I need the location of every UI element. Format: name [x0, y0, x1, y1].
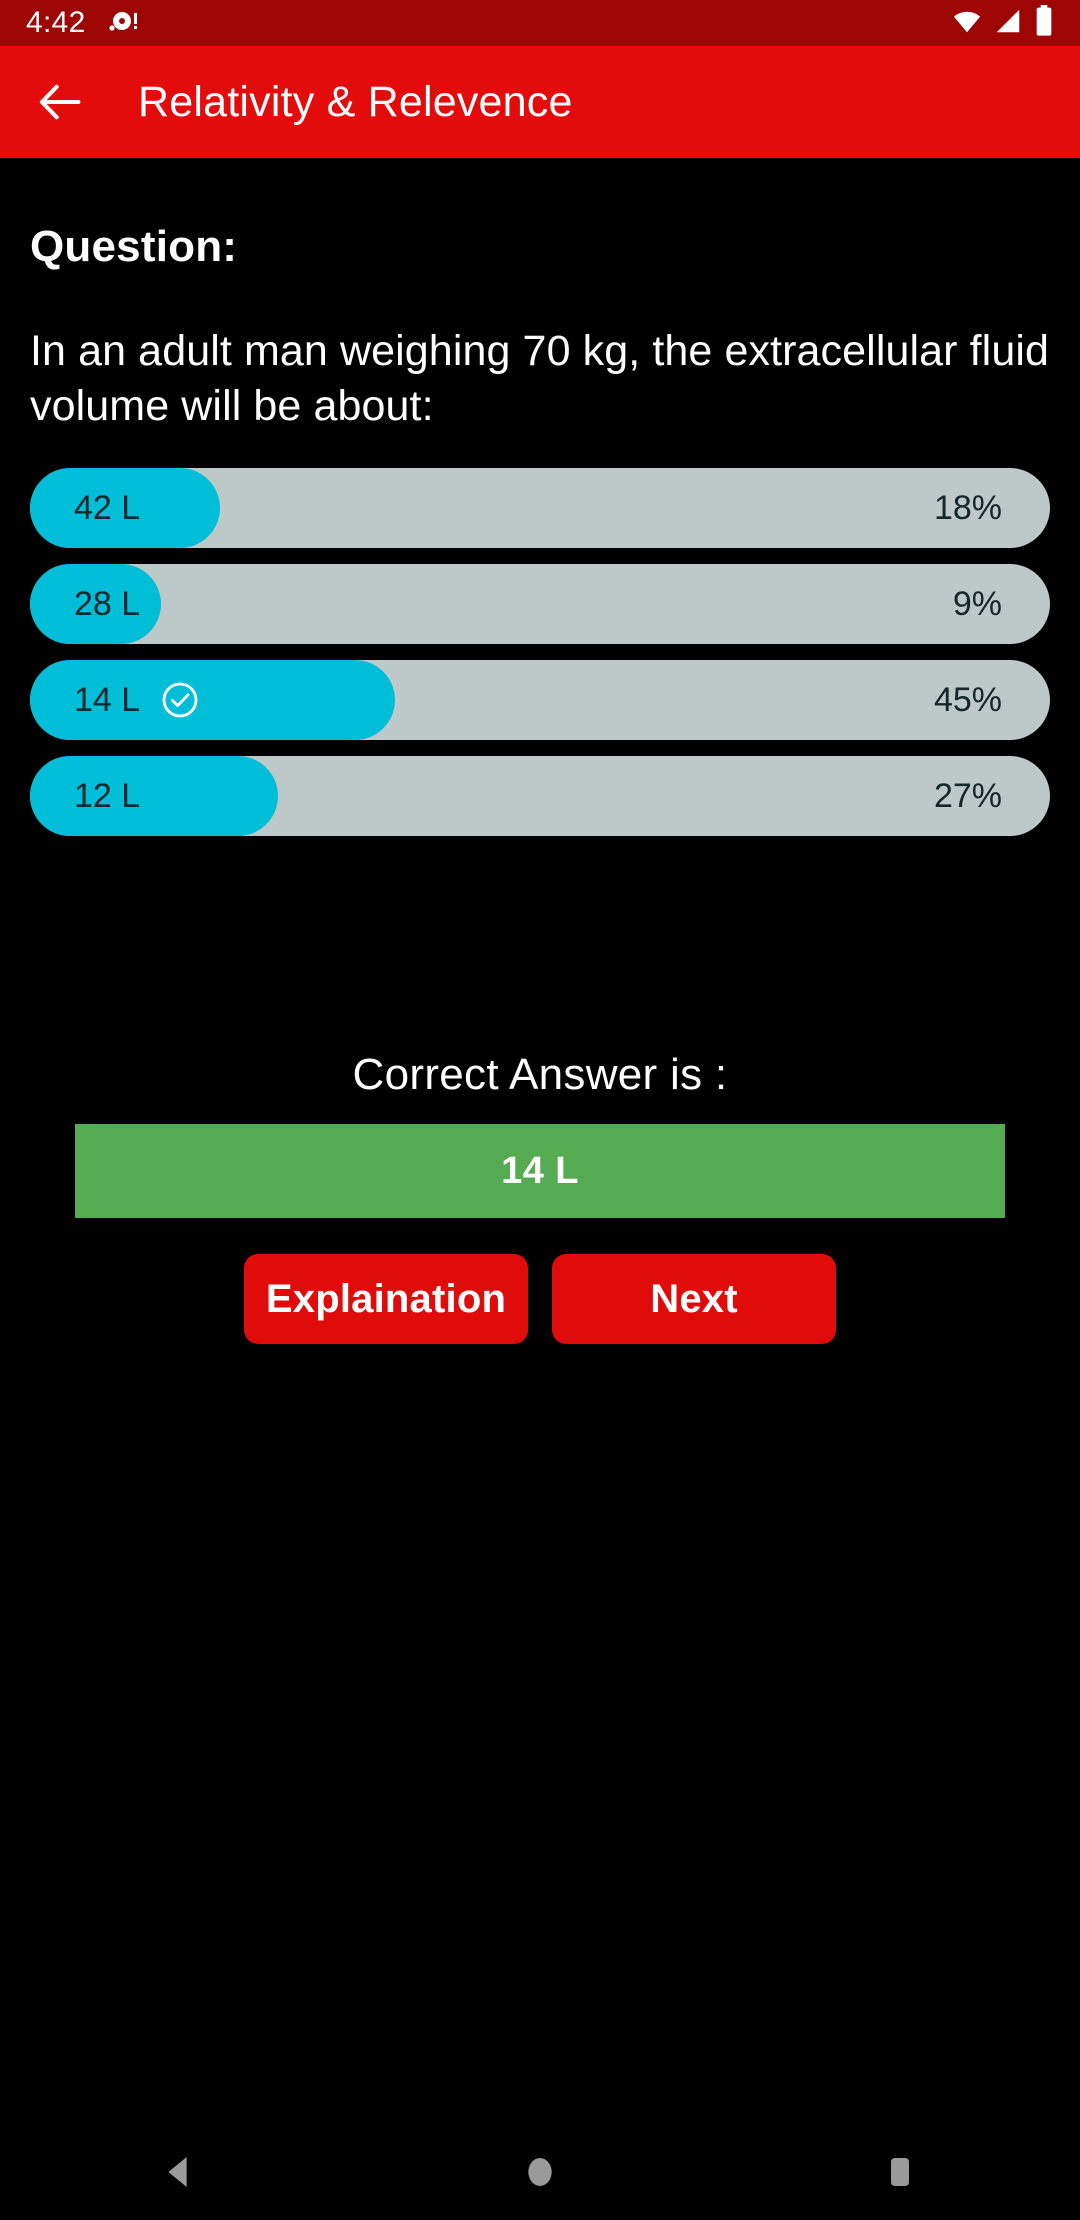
option-percent: 18%: [933, 488, 1002, 527]
back-arrow-icon[interactable]: [30, 71, 92, 133]
option-label-wrap: 42 L: [74, 468, 140, 548]
wifi-icon: [952, 6, 982, 41]
correct-answer-title: Correct Answer is :: [352, 1050, 728, 1100]
check-circle-icon: [160, 680, 200, 720]
action-buttons: Explaination Next: [30, 1254, 1050, 1345]
option-percent: 45%: [933, 680, 1002, 719]
option-row-selected[interactable]: 14 L 45%: [30, 660, 1050, 741]
question-text: In an adult man weighing 70 kg, the extr…: [30, 327, 1050, 431]
option-row[interactable]: 12 L 27%: [30, 756, 1050, 837]
option-label-wrap: 12 L: [74, 756, 140, 836]
battery-full-icon: [1034, 4, 1054, 42]
notification-dot-icon: [108, 6, 138, 41]
option-label: 28 L: [74, 584, 141, 623]
question-label: Question:: [30, 222, 238, 271]
option-fill-bar: [30, 756, 278, 837]
quiz-content: Question: In an adult man weighing 70 kg…: [0, 222, 1080, 1345]
option-percent: 9%: [952, 584, 1002, 623]
next-button[interactable]: Next: [552, 1254, 836, 1345]
page-title: Relativity & Relevence: [138, 77, 573, 126]
correct-answer-banner: 14 L: [75, 1124, 1005, 1219]
nav-home-icon[interactable]: [465, 2124, 615, 2220]
option-label: 14 L: [74, 680, 141, 719]
option-row[interactable]: 42 L 18%: [30, 468, 1050, 549]
correct-answer-section: Correct Answer is : 14 L: [30, 1050, 1050, 1219]
nav-back-icon[interactable]: [105, 2124, 255, 2220]
explanation-button[interactable]: Explaination: [244, 1254, 528, 1345]
option-label-wrap: 14 L: [74, 660, 200, 740]
option-row[interactable]: 28 L 9%: [30, 564, 1050, 645]
status-bar-time: 4:42: [26, 6, 86, 39]
option-label: 42 L: [74, 488, 141, 527]
status-bar-notification-icons: [108, 6, 138, 41]
app-bar: Relativity & Relevence: [0, 46, 1080, 158]
status-bar: 4:42: [0, 0, 1080, 46]
option-percent: 27%: [933, 776, 1002, 815]
option-label: 12 L: [74, 776, 141, 815]
status-bar-system-icons: [952, 4, 1054, 42]
android-nav-bar: [0, 2124, 1080, 2220]
option-label-wrap: 28 L: [74, 564, 140, 644]
options-list: 42 L 18% 28 L 9% 14 L 45% 12 L 27%: [30, 468, 1050, 837]
cellular-signal-icon: [993, 6, 1023, 41]
nav-recents-icon[interactable]: [825, 2124, 975, 2220]
